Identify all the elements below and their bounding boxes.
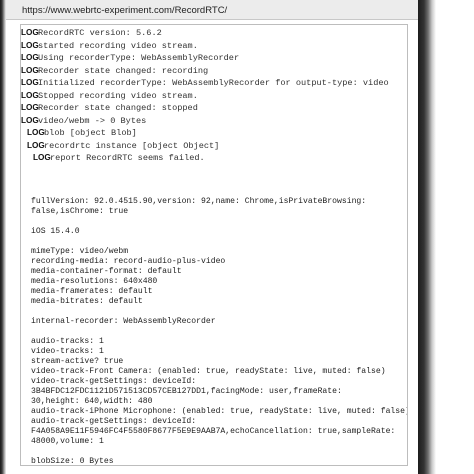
log-level-tag: LOG	[27, 140, 45, 150]
info-line: fullVersion: 92.0.4515.90,version: 92,na…	[31, 197, 367, 206]
log-entry: LOGrecordrtc instance [object Object]	[21, 140, 407, 153]
device-frame-right	[418, 0, 474, 474]
info-line: mimeType: video/webm	[31, 247, 129, 256]
info-line: 30,height: 640,width: 480	[31, 397, 153, 406]
info-line: media-bitrates: default	[31, 297, 143, 306]
log-entry: LOGUsing recorderType: WebAssemblyRecord…	[21, 52, 407, 65]
info-line: 3B4BFDC12FDC1121D571513CD57CEB127DD1,fac…	[31, 387, 342, 396]
info-line	[31, 237, 407, 247]
log-level-tag: LOG	[21, 115, 39, 125]
log-message: recordrtc instance [object Object]	[44, 140, 220, 151]
info-line: audio-tracks: 1	[31, 337, 104, 346]
info-line	[31, 327, 407, 337]
log-message: report RecordRTC seems failed.	[50, 153, 205, 163]
log-message: Recorder state changed: recording	[38, 65, 209, 76]
log-entry: LOGRecorder state changed: recording	[21, 65, 407, 78]
url-text: https://www.webrtc-experiment.com/Record…	[22, 5, 228, 16]
info-line	[31, 307, 407, 317]
log-level-tag: LOG	[21, 90, 39, 100]
log-message: Initialized recorderType: WebAssemblyRec…	[38, 78, 389, 88]
log-entry: LOGRecordRTC version: 5.6.2	[21, 27, 407, 40]
log-level-tag: LOG	[21, 28, 39, 37]
log-message: started recording video stream.	[38, 40, 198, 51]
log-level-tag: LOG	[33, 153, 51, 162]
info-line: false,isChrome: true	[31, 207, 129, 216]
log-message: Stopped recording video stream.	[38, 90, 198, 101]
info-line: media-framerates: default	[31, 287, 153, 296]
info-line: media-resolutions: 640x480	[31, 277, 158, 286]
log-message: RecordRTC version: 5.6.2	[38, 28, 162, 38]
address-bar[interactable]: https://www.webrtc-experiment.com/Record…	[6, 0, 418, 20]
log-entry: LOGvideo/webm -> 0 Bytes	[21, 115, 407, 128]
log-message: Recorder state changed: stopped	[38, 103, 198, 113]
log-entry: LOGblob [object Blob]	[21, 127, 407, 140]
log-level-tag: LOG	[21, 40, 39, 50]
log-message: video/webm -> 0 Bytes	[38, 115, 147, 126]
log-entry: LOGStopped recording video stream.	[21, 90, 407, 103]
log-level-tag: LOG	[21, 78, 39, 87]
log-level-tag: LOG	[27, 128, 45, 137]
log-level-tag: LOG	[21, 65, 39, 75]
info-line	[31, 447, 407, 457]
log-message: blob [object Blob]	[44, 128, 137, 138]
info-line: 48000,volume: 1	[31, 437, 104, 446]
log-entry: LOGreport RecordRTC seems failed.	[21, 152, 407, 165]
phone-screen: https://www.webrtc-experiment.com/Record…	[6, 0, 418, 474]
log-entry: LOGInitialized recorderType: WebAssembly…	[21, 77, 407, 90]
log-panel: LOGRecordRTC version: 5.6.2 LOGstarted re…	[20, 24, 408, 466]
recording-info: fullVersion: 92.0.4515.90,version: 92,na…	[31, 197, 408, 466]
info-line: iOS 15.4.0	[31, 227, 80, 236]
info-line: audio-track-iPhone Microphone: (enabled:…	[31, 407, 408, 416]
log-level-tag: LOG	[21, 103, 39, 112]
info-line: video-track-getSettings: deviceId:	[31, 377, 197, 386]
info-line: blobSize: 0 Bytes	[31, 457, 114, 466]
info-line: audio-track-getSettings: deviceId:	[31, 417, 197, 426]
info-line: video-tracks: 1	[31, 347, 104, 356]
log-entry: LOGstarted recording video stream.	[21, 40, 407, 53]
info-line: video-track-Front Camera: (enabled: true…	[31, 367, 386, 376]
info-line: recording-media: record-audio-plus-video	[31, 257, 226, 266]
info-line: media-container-format: default	[31, 267, 182, 276]
log-level-tag: LOG	[21, 53, 39, 62]
log-message: Using recorderType: WebAssemblyRecorder	[38, 53, 240, 63]
log-entry: LOGRecorder state changed: stopped	[21, 102, 407, 115]
log-list: LOGRecordRTC version: 5.6.2 LOGstarted re…	[21, 27, 407, 165]
info-line: internal-recorder: WebAssemblyRecorder	[31, 317, 216, 326]
info-line: F4A058A9E11F5946FC4F5580F8677F5E9E9AAB7A…	[31, 427, 396, 436]
info-line: stream-active? true	[31, 357, 124, 366]
info-line	[31, 217, 407, 227]
